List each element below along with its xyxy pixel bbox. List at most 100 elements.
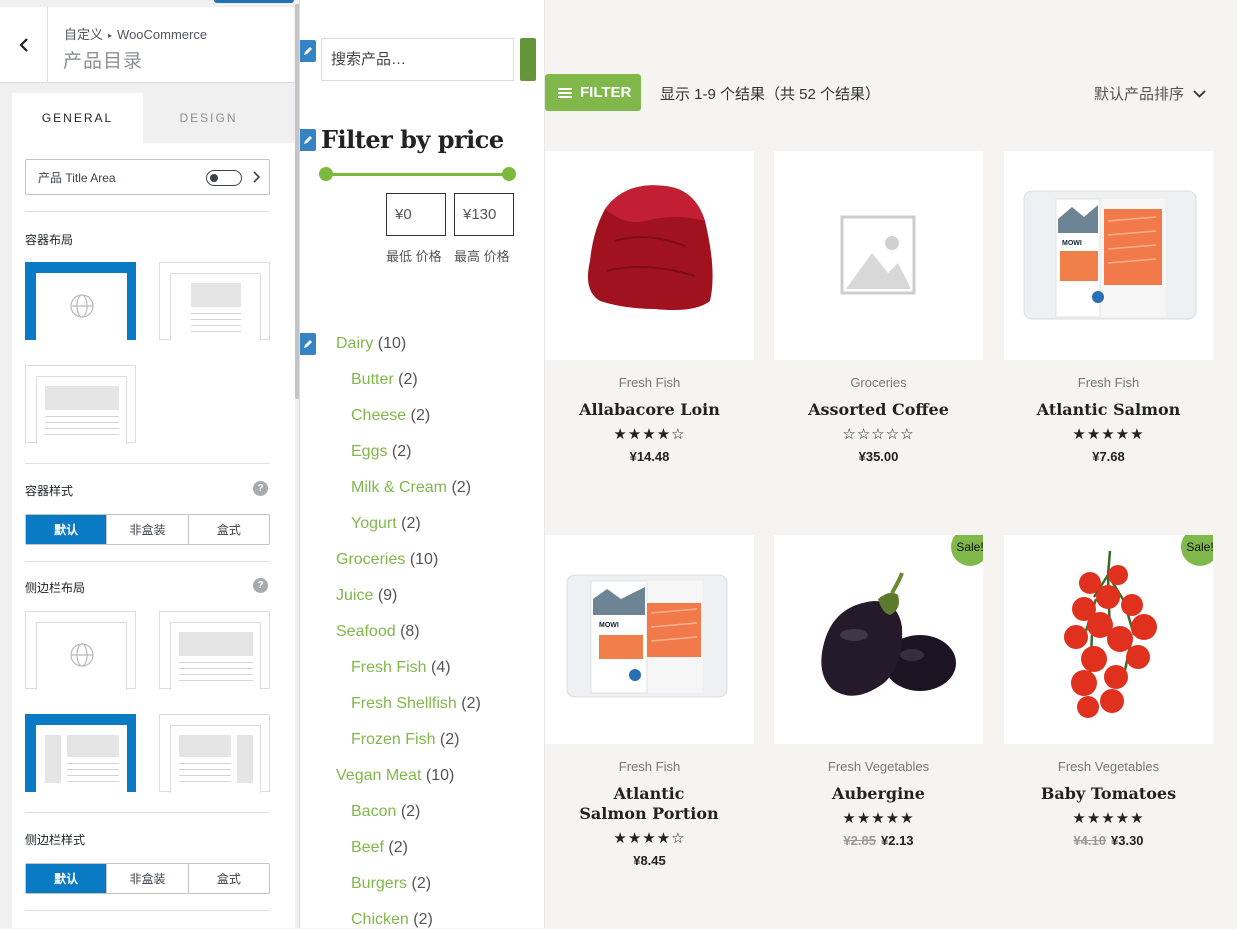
filter-label: FILTER bbox=[580, 84, 632, 101]
sidebar-layout-right[interactable] bbox=[159, 714, 270, 793]
product-category: Fresh Fish bbox=[618, 375, 681, 390]
customizer-header: 自定义 ▸ WooCommerce 产品目录 bbox=[0, 7, 294, 83]
product-card: Sale! Fresh Vegetables Aubergine ★★★★★ ¥… bbox=[774, 535, 983, 848]
edit-widget-button[interactable] bbox=[300, 333, 316, 355]
sidebar-layout-none[interactable] bbox=[159, 611, 270, 690]
sidebar-layout-default[interactable] bbox=[25, 611, 136, 690]
help-icon[interactable]: ? bbox=[253, 578, 268, 593]
category-count: (2) bbox=[398, 371, 418, 388]
product-name[interactable]: Assorted Coffee bbox=[774, 400, 983, 420]
product-image[interactable] bbox=[774, 151, 983, 360]
product-search-input[interactable] bbox=[321, 38, 514, 81]
current-price: ¥3.30 bbox=[1111, 833, 1144, 848]
product-name[interactable]: Allabacore Loin bbox=[545, 400, 754, 420]
search-button[interactable] bbox=[520, 38, 536, 81]
globe-icon bbox=[70, 294, 94, 318]
sidebar-style-unboxed[interactable]: 非盒装 bbox=[106, 864, 187, 893]
sort-label: 默认产品排序 bbox=[1094, 86, 1185, 103]
title-area-row[interactable]: 产品 Title Area bbox=[25, 159, 270, 195]
chevron-left-icon bbox=[18, 38, 28, 52]
sidebar-style-selector: 默认 非盒装 盒式 bbox=[25, 863, 270, 894]
sidebar-style-default[interactable]: 默认 bbox=[26, 864, 107, 893]
breadcrumb-separator-icon: ▸ bbox=[108, 31, 113, 40]
back-button[interactable] bbox=[0, 7, 48, 83]
sidebar-layout-left[interactable] bbox=[25, 714, 136, 793]
category-item: Seafood (8) bbox=[336, 623, 420, 641]
container-style-boxed[interactable]: 盒式 bbox=[187, 515, 269, 544]
product-name[interactable]: Baby Tomatoes bbox=[1004, 784, 1213, 804]
product-image[interactable]: MOWI bbox=[545, 535, 754, 744]
category-link[interactable]: Juice bbox=[336, 587, 373, 604]
category-count: (2) bbox=[388, 839, 408, 856]
category-count: (4) bbox=[431, 659, 451, 676]
breadcrumb: 自定义 ▸ WooCommerce bbox=[64, 24, 207, 43]
category-link[interactable]: Beef bbox=[351, 839, 384, 856]
category-count: (2) bbox=[410, 407, 431, 424]
category-item: Beef (2) bbox=[351, 839, 408, 857]
category-link[interactable]: Fresh Shellfish bbox=[351, 695, 457, 712]
pencil-icon bbox=[304, 340, 312, 348]
price-slider-max-handle[interactable] bbox=[502, 167, 516, 181]
container-layout-boxed[interactable] bbox=[159, 262, 270, 341]
title-area-label: 产品 Title Area bbox=[38, 170, 116, 185]
filter-button[interactable]: FILTER bbox=[545, 74, 641, 111]
tab-design[interactable]: DESIGN bbox=[143, 93, 274, 143]
title-area-toggle[interactable] bbox=[206, 170, 242, 186]
category-link[interactable]: Bacon bbox=[351, 803, 396, 820]
product-category: Fresh Vegetables bbox=[827, 759, 930, 774]
category-link[interactable]: Dairy bbox=[336, 335, 373, 352]
product-price: ¥2.85 ¥2.13 bbox=[774, 833, 983, 848]
category-link[interactable]: Burgers bbox=[351, 875, 407, 892]
rating-stars-icon: ★★★★☆ bbox=[613, 426, 686, 443]
product-name[interactable]: Aubergine bbox=[774, 784, 983, 804]
max-price-input[interactable]: ¥130 bbox=[454, 193, 514, 236]
sort-dropdown[interactable]: 默认产品排序 bbox=[1094, 83, 1206, 104]
image-placeholder-icon bbox=[840, 215, 916, 295]
category-link[interactable]: Groceries bbox=[336, 551, 405, 568]
category-item: Chicken (2) bbox=[351, 911, 433, 929]
price-slider-min-handle[interactable] bbox=[319, 167, 333, 181]
sidebar-layout-label: 侧边栏布局 bbox=[25, 581, 86, 595]
container-style-default[interactable]: 默认 bbox=[26, 515, 107, 544]
category-link[interactable]: Milk & Cream bbox=[351, 479, 447, 496]
category-link[interactable]: Chicken bbox=[351, 911, 409, 928]
divider bbox=[25, 211, 270, 212]
original-price: ¥2.85 bbox=[843, 833, 876, 848]
category-link[interactable]: Fresh Fish bbox=[351, 659, 427, 676]
container-style-unboxed[interactable]: 非盒装 bbox=[106, 515, 187, 544]
category-link[interactable]: Frozen Fish bbox=[351, 731, 435, 748]
product-name[interactable]: Atlantic Salmon bbox=[1004, 400, 1213, 420]
category-count: (10) bbox=[425, 767, 455, 784]
current-price: ¥14.48 bbox=[629, 449, 670, 464]
tab-general[interactable]: GENERAL bbox=[12, 93, 143, 143]
rating-stars-icon: ★★★★☆ bbox=[613, 830, 686, 847]
edit-widget-button[interactable] bbox=[300, 129, 316, 151]
brand-text: MOWI bbox=[1062, 240, 1082, 247]
help-icon[interactable]: ? bbox=[253, 481, 268, 496]
category-link[interactable]: Vegan Meat bbox=[336, 767, 421, 784]
edit-widget-button[interactable] bbox=[300, 40, 316, 62]
shop-sidebar: Filter by price ¥0 ¥130 最低 价格 最高 价格 Dair… bbox=[300, 0, 545, 928]
product-image[interactable]: Sale! bbox=[1004, 535, 1213, 744]
container-layout-default[interactable] bbox=[25, 262, 136, 341]
container-layout-full[interactable] bbox=[25, 365, 136, 444]
category-link[interactable]: Seafood bbox=[336, 623, 396, 640]
category-item: Juice (9) bbox=[336, 587, 397, 605]
product-name[interactable]: Atlantic Salmon Portion bbox=[579, 784, 719, 824]
product-category: Fresh Fish bbox=[1077, 375, 1140, 390]
price-slider-track[interactable] bbox=[325, 173, 509, 176]
category-link[interactable]: Eggs bbox=[351, 443, 387, 460]
category-item: Milk & Cream (2) bbox=[351, 479, 471, 497]
pencil-icon bbox=[304, 47, 312, 55]
category-count: (10) bbox=[409, 551, 439, 568]
product-image[interactable]: Sale! bbox=[774, 535, 983, 744]
sidebar-style-boxed[interactable]: 盒式 bbox=[187, 864, 269, 893]
product-image[interactable] bbox=[545, 151, 754, 360]
category-link[interactable]: Cheese bbox=[351, 407, 406, 424]
category-count: (2) bbox=[391, 443, 412, 460]
publish-button-edge[interactable] bbox=[214, 0, 294, 3]
category-link[interactable]: Yogurt bbox=[351, 515, 397, 532]
category-link[interactable]: Butter bbox=[351, 371, 394, 388]
product-image[interactable]: MOWI bbox=[1004, 151, 1213, 360]
min-price-input[interactable]: ¥0 bbox=[386, 193, 446, 236]
